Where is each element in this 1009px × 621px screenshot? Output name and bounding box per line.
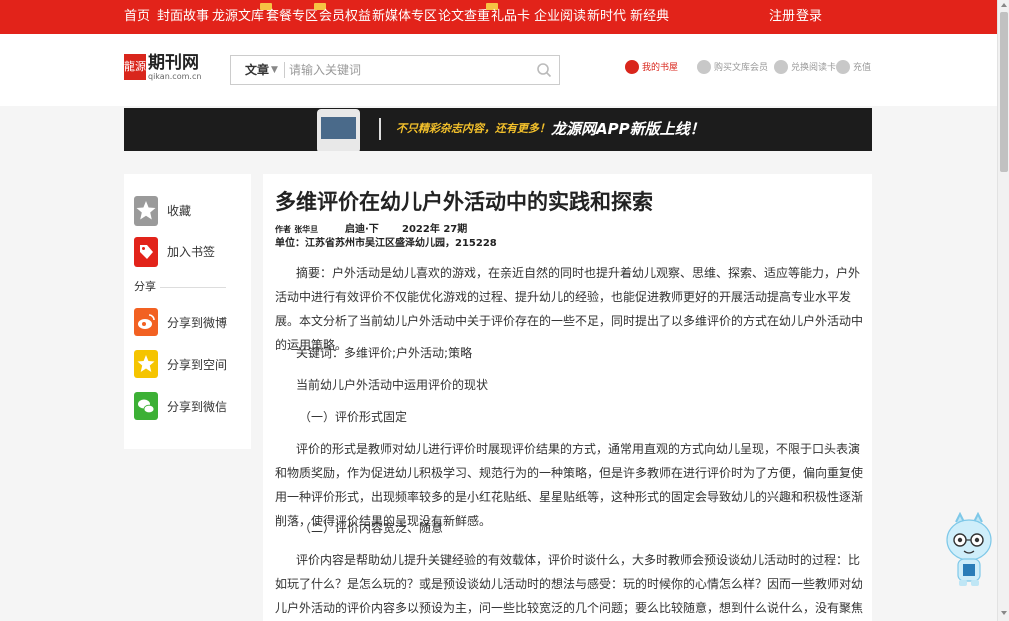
nav-packages-label: 套餐专区 xyxy=(266,9,319,24)
vertical-scrollbar[interactable] xyxy=(997,0,1009,621)
share-wechat-button[interactable]: 分享到微信 xyxy=(134,392,244,422)
vip-icon xyxy=(697,60,711,74)
search-box: 文章 ▼ xyxy=(230,55,560,85)
journal-name[interactable]: 启迪·下 xyxy=(345,223,379,236)
keywords-line: 关键词：多维评价;户外活动;策略 xyxy=(296,346,473,360)
share-wechat-label: 分享到微信 xyxy=(167,400,228,414)
mascot-helper-icon[interactable] xyxy=(944,512,992,588)
share-heading: 分享 xyxy=(134,280,156,293)
nav-plagiarism-label: 论文查重 xyxy=(438,9,491,24)
subsection-heading: （一）评价形式固定 xyxy=(299,410,408,424)
scroll-down-icon[interactable] xyxy=(1001,611,1007,615)
star-icon xyxy=(134,196,158,226)
share-qzone-label: 分享到空间 xyxy=(167,358,228,372)
nav-plagiarism-check[interactable]: 论文查重 xyxy=(438,3,499,26)
phone-image xyxy=(317,109,360,151)
logo-name: 期刊网 xyxy=(148,53,199,73)
logo-mark: 龍源 xyxy=(124,54,146,80)
register-link[interactable]: 注册 xyxy=(769,8,795,26)
card-icon xyxy=(774,60,788,74)
app-promo-banner[interactable]: 不只精彩杂志内容，还有更多！ 龙源网APP新版上线！ xyxy=(124,108,872,151)
nav-enterprise-reading[interactable]: 企业阅读 xyxy=(534,8,586,26)
search-type-select[interactable]: 文章 xyxy=(245,62,269,78)
nav-cover-story[interactable]: 封面故事 xyxy=(157,8,209,26)
share-qzone-button[interactable]: 分享到空间 xyxy=(134,350,244,380)
bookmark-button[interactable]: 加入书签 xyxy=(134,237,244,269)
favorite-label: 收藏 xyxy=(167,204,192,218)
banner-divider xyxy=(379,118,381,140)
top-nav: 首页 封面故事 龙源文库 套餐专区 会员权益 新媒体专区 论文查重 礼品卡 企业… xyxy=(0,0,997,34)
weibo-icon xyxy=(134,308,158,336)
author-unit: 单位：江苏省苏州市吴江区盛泽幼儿园，215228 xyxy=(275,238,497,249)
nav-library[interactable]: 龙源文库 xyxy=(212,3,273,26)
bookshelf-icon xyxy=(625,60,639,74)
search-divider xyxy=(284,62,285,78)
subsection-heading: （二）评价内容宽泛、随意 xyxy=(299,521,444,535)
article-panel: 多维评价在幼儿户外活动中的实践和探索 作者 张华旦 启迪·下 2022年 27期… xyxy=(263,174,872,621)
tag-icon xyxy=(134,237,158,267)
nav-new-era-classics[interactable]: 新时代 新经典 xyxy=(587,8,669,26)
recharge-label: 充值 xyxy=(853,63,872,73)
wechat-icon xyxy=(134,392,158,420)
action-sidebar: 收藏 加入书签 分享 分享到微博 分享到空间 分享到微信 xyxy=(124,174,251,449)
scroll-up-icon[interactable] xyxy=(1001,3,1007,7)
share-divider xyxy=(160,287,226,288)
redeem-card-label: 兑换阅读卡 xyxy=(791,63,837,73)
nav-gift-card[interactable]: 礼品卡 xyxy=(491,8,530,26)
share-weibo-label: 分享到微博 xyxy=(167,316,228,330)
buy-vip-label: 购买文库会员 xyxy=(714,63,769,73)
logo-domain: qikan.com.cn xyxy=(148,72,202,81)
my-shelf-label: 我的书屋 xyxy=(642,63,679,73)
site-logo[interactable]: 龍源 期刊网 qikan.com.cn xyxy=(124,54,201,84)
nav-home[interactable]: 首页 xyxy=(124,8,150,26)
scroll-thumb[interactable] xyxy=(1000,12,1008,172)
article-title: 多维评价在幼儿户外活动中的实践和探索 xyxy=(275,190,653,214)
banner-app-text: 龙源网APP新版上线！ xyxy=(551,120,705,138)
nav-new-media[interactable]: 新媒体专区 xyxy=(372,8,437,26)
share-weibo-button[interactable]: 分享到微博 xyxy=(134,308,244,338)
favorite-button[interactable]: 收藏 xyxy=(134,196,244,228)
yuan-icon xyxy=(836,60,850,74)
banner-message: 不只精彩杂志内容，还有更多！ xyxy=(396,122,550,135)
author-name[interactable]: 张华旦 xyxy=(294,225,318,234)
author-label: 作者 xyxy=(275,225,291,234)
chevron-down-icon[interactable]: ▼ xyxy=(271,62,278,78)
nav-library-label: 龙源文库 xyxy=(212,9,265,24)
issue-info: 2022年 27期 xyxy=(402,224,468,235)
bookmark-label: 加入书签 xyxy=(167,245,216,259)
login-link[interactable]: 登录 xyxy=(796,8,822,26)
site-header: 龍源 期刊网 qikan.com.cn 文章 ▼ 我的书屋 购买文库会员 兑换阅… xyxy=(0,34,997,106)
nav-packages[interactable]: 套餐专区 xyxy=(266,3,327,26)
section-heading: 当前幼儿户外活动中运用评价的现状 xyxy=(296,378,489,392)
nav-membership[interactable]: 会员权益 xyxy=(319,8,371,26)
article-meta: 作者 张华旦 启迪·下 2022年 27期 xyxy=(275,223,467,236)
search-icon[interactable] xyxy=(536,62,552,78)
search-input[interactable] xyxy=(289,60,519,80)
qzone-star-icon xyxy=(134,350,158,378)
body-paragraph: 评价内容是帮助幼儿提升关键经验的有效载体，评价时谈什么，大多时教师会预设谈幼儿活… xyxy=(275,553,864,615)
